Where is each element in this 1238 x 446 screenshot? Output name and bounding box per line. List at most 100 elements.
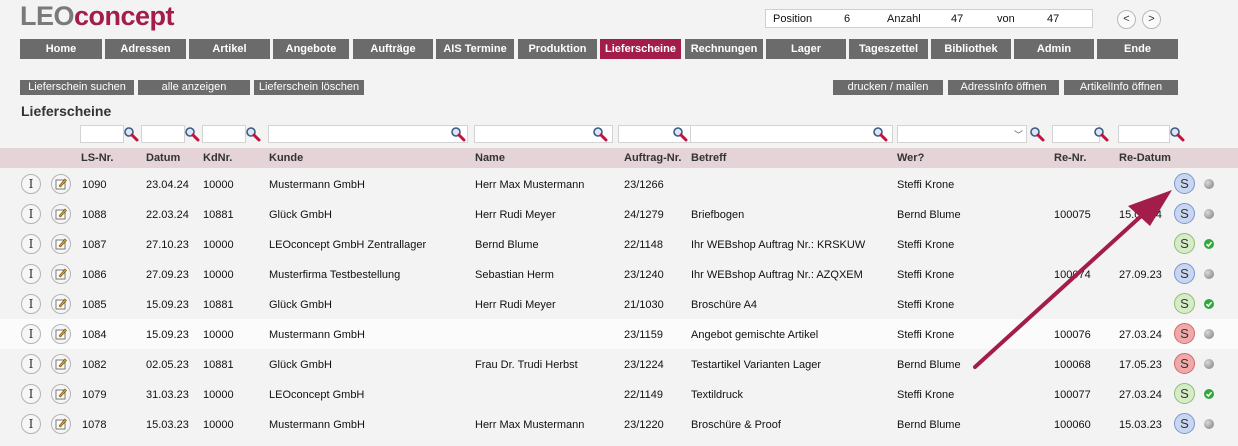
edit-button[interactable] — [51, 204, 71, 224]
nav-adressen[interactable]: Adressen — [105, 39, 186, 59]
column-header-name[interactable]: Name — [475, 152, 505, 164]
search-icon[interactable] — [1029, 126, 1045, 142]
search-icon[interactable] — [1093, 126, 1109, 142]
status-button[interactable]: S — [1174, 383, 1195, 404]
column-header-wer[interactable]: Wer? — [897, 152, 924, 164]
cell-name: Sebastian Herm — [475, 269, 554, 281]
cell-re-nr: 100060 — [1054, 419, 1091, 431]
search-icon[interactable] — [123, 126, 139, 142]
search-icon[interactable] — [245, 126, 261, 142]
info-button[interactable]: I — [21, 324, 41, 344]
cell-datum: 27.09.23 — [146, 269, 189, 281]
edit-button[interactable] — [51, 414, 71, 434]
status-button[interactable]: S — [1174, 233, 1195, 254]
cell-ls-nr: 1090 — [82, 179, 107, 191]
search-icon[interactable] — [592, 126, 608, 142]
search-icon[interactable] — [450, 126, 466, 142]
nav-bibliothek[interactable]: Bibliothek — [931, 39, 1011, 59]
filter-kdnr-input[interactable] — [202, 125, 246, 143]
edit-button[interactable] — [51, 354, 71, 374]
info-button[interactable]: I — [21, 234, 41, 254]
filter-datum-input[interactable] — [141, 125, 185, 143]
info-button[interactable]: I — [21, 354, 41, 374]
cell-re-nr: 100074 — [1054, 269, 1091, 281]
cell-re-datum: 27.09.23 — [1119, 269, 1162, 281]
cell-kunde: Mustermann GmbH — [269, 419, 365, 431]
nav-auftraege[interactable]: Aufträge — [353, 39, 433, 59]
show-all-button[interactable]: alle anzeigen — [138, 80, 250, 95]
previous-record-button[interactable]: < — [1117, 10, 1136, 29]
info-button[interactable]: I — [21, 414, 41, 434]
info-button[interactable]: I — [21, 204, 41, 224]
info-button[interactable]: I — [21, 384, 41, 404]
cell-re-datum: 17.05.23 — [1119, 359, 1162, 371]
column-header-datum[interactable]: Datum — [146, 152, 180, 164]
status-button[interactable]: S — [1174, 413, 1195, 434]
column-header-re-datum[interactable]: Re-Datum — [1119, 152, 1171, 164]
nav-lager[interactable]: Lager — [766, 39, 846, 59]
nav-admin[interactable]: Admin — [1014, 39, 1094, 59]
cell-wer: Steffi Krone — [897, 269, 955, 281]
cell-betreff: Ihr WEBshop Auftrag Nr.: AZQXEM — [691, 269, 863, 281]
filter-ls-nr-input[interactable] — [80, 125, 124, 143]
cell-wer: Steffi Krone — [897, 179, 955, 191]
nav-ais-termine[interactable]: AIS Termine — [436, 39, 514, 59]
column-header-kunde[interactable]: Kunde — [269, 152, 303, 164]
check-icon — [1204, 299, 1214, 309]
position-value: 6 — [844, 13, 851, 25]
status-button[interactable]: S — [1174, 173, 1195, 194]
logo-part-leo: LEO — [20, 1, 75, 31]
nav-artikel[interactable]: Artikel — [189, 39, 270, 59]
status-button[interactable]: S — [1174, 353, 1195, 374]
filter-re-datum-input[interactable] — [1118, 125, 1170, 143]
filter-wer-select[interactable] — [897, 125, 1027, 143]
column-header-ls-nr[interactable]: LS-Nr. — [81, 152, 113, 164]
info-button[interactable]: I — [21, 174, 41, 194]
search-icon[interactable] — [672, 126, 688, 142]
edit-button[interactable] — [51, 384, 71, 404]
info-button[interactable]: I — [21, 264, 41, 284]
edit-button[interactable] — [51, 264, 71, 284]
search-icon[interactable] — [1169, 126, 1185, 142]
page-title: Lieferscheine — [21, 103, 112, 119]
column-header-auftrag-nr[interactable]: Auftrag-Nr. — [624, 152, 681, 164]
open-address-info-button[interactable]: AdressInfo öffnen — [948, 80, 1059, 95]
nav-lieferscheine[interactable]: Lieferscheine — [600, 39, 681, 59]
delete-delivery-note-button[interactable]: Lieferschein löschen — [254, 80, 364, 95]
filter-betreff-input[interactable] — [690, 125, 893, 143]
nav-rechnungen[interactable]: Rechnungen — [685, 39, 763, 59]
edit-button[interactable] — [51, 174, 71, 194]
print-mail-button[interactable]: drucken / mailen — [833, 80, 943, 95]
nav-produktion[interactable]: Produktion — [518, 39, 597, 59]
status-button[interactable]: S — [1174, 203, 1195, 224]
cell-kunde: Mustermann GmbH — [269, 329, 365, 341]
status-button[interactable]: S — [1174, 263, 1195, 284]
nav-angebote[interactable]: Angebote — [273, 39, 349, 59]
status-button[interactable]: S — [1174, 293, 1195, 314]
cell-kdnr: 10881 — [203, 299, 234, 311]
cell-datum: 27.10.23 — [146, 239, 189, 251]
edit-button[interactable] — [51, 324, 71, 344]
nav-home[interactable]: Home — [20, 39, 102, 59]
nav-ende[interactable]: Ende — [1097, 39, 1178, 59]
search-delivery-note-button[interactable]: Lieferschein suchen — [20, 80, 134, 95]
next-record-button[interactable]: > — [1142, 10, 1161, 29]
cell-betreff: Broschüre A4 — [691, 299, 758, 311]
edit-button[interactable] — [51, 234, 71, 254]
cell-datum: 15.09.23 — [146, 329, 189, 341]
status-button[interactable]: S — [1174, 323, 1195, 344]
filter-kunde-input[interactable] — [268, 125, 468, 143]
column-header-kdnr[interactable]: KdNr. — [203, 152, 232, 164]
cell-re-nr: 100075 — [1054, 209, 1091, 221]
cell-re-datum: 27.03.24 — [1119, 389, 1162, 401]
info-button[interactable]: I — [21, 294, 41, 314]
search-icon[interactable] — [184, 126, 200, 142]
search-icon[interactable] — [872, 126, 888, 142]
cell-re-datum: 15.03.23 — [1119, 419, 1162, 431]
edit-notepad-icon — [55, 418, 67, 430]
column-header-re-nr[interactable]: Re-Nr. — [1054, 152, 1086, 164]
open-article-info-button[interactable]: ArtikelInfo öffnen — [1064, 80, 1178, 95]
column-header-betreff[interactable]: Betreff — [691, 152, 726, 164]
edit-button[interactable] — [51, 294, 71, 314]
nav-tageszettel[interactable]: Tageszettel — [849, 39, 928, 59]
